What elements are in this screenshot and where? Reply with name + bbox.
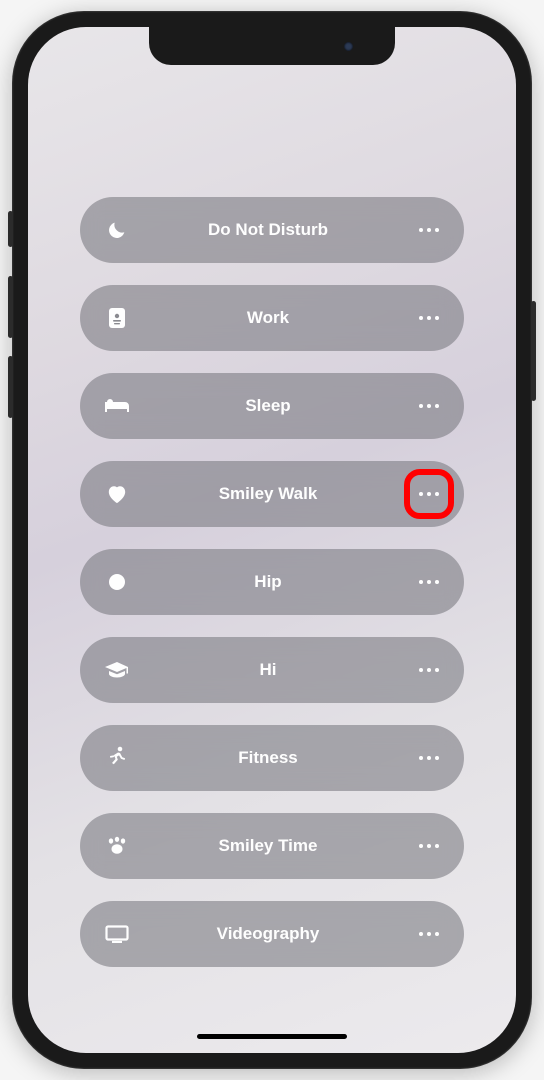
paw-icon [100, 836, 134, 856]
bed-icon [100, 397, 134, 415]
more-button[interactable] [414, 655, 444, 685]
more-button[interactable] [414, 303, 444, 333]
ellipsis-icon [419, 404, 439, 408]
focus-label: Smiley Walk [134, 484, 414, 504]
focus-label: Sleep [134, 396, 414, 416]
focus-label: Fitness [134, 748, 414, 768]
front-camera [344, 42, 353, 51]
focus-item-hip[interactable]: Hip [80, 549, 464, 615]
volume-down [8, 356, 13, 418]
focus-label: Hi [134, 660, 414, 680]
notch [149, 27, 395, 65]
more-button[interactable] [414, 919, 444, 949]
badge-icon [100, 307, 134, 329]
ellipsis-icon [419, 492, 439, 496]
ellipsis-icon [419, 932, 439, 936]
screen: Do Not Disturb Work Sleep [28, 27, 516, 1053]
mute-switch [8, 211, 13, 247]
home-indicator[interactable] [197, 1034, 347, 1039]
focus-label: Work [134, 308, 414, 328]
side-button [531, 301, 536, 401]
focus-item-sleep[interactable]: Sleep [80, 373, 464, 439]
focus-label: Videography [134, 924, 414, 944]
focus-label: Do Not Disturb [134, 220, 414, 240]
ellipsis-icon [419, 580, 439, 584]
ellipsis-icon [419, 316, 439, 320]
focus-list: Do Not Disturb Work Sleep [28, 27, 516, 1053]
more-button[interactable] [414, 391, 444, 421]
focus-label: Smiley Time [134, 836, 414, 856]
circle-icon [100, 573, 134, 591]
focus-item-smiley-walk[interactable]: Smiley Walk [80, 461, 464, 527]
more-button[interactable] [414, 831, 444, 861]
ellipsis-icon [419, 668, 439, 672]
focus-item-fitness[interactable]: Fitness [80, 725, 464, 791]
display-icon [100, 925, 134, 943]
more-button[interactable] [414, 215, 444, 245]
focus-item-work[interactable]: Work [80, 285, 464, 351]
ellipsis-icon [419, 228, 439, 232]
ellipsis-icon [419, 844, 439, 848]
focus-item-hi[interactable]: Hi [80, 637, 464, 703]
runner-icon [100, 746, 134, 770]
focus-item-videography[interactable]: Videography [80, 901, 464, 967]
volume-up [8, 276, 13, 338]
more-button[interactable] [414, 743, 444, 773]
phone-frame: Do Not Disturb Work Sleep [12, 11, 532, 1069]
more-button[interactable] [414, 567, 444, 597]
focus-item-do-not-disturb[interactable]: Do Not Disturb [80, 197, 464, 263]
heart-icon [100, 484, 134, 504]
focus-label: Hip [134, 572, 414, 592]
focus-item-smiley-time[interactable]: Smiley Time [80, 813, 464, 879]
moon-icon [100, 219, 134, 241]
graduation-cap-icon [100, 661, 134, 679]
ellipsis-icon [419, 756, 439, 760]
more-button[interactable] [414, 479, 444, 509]
